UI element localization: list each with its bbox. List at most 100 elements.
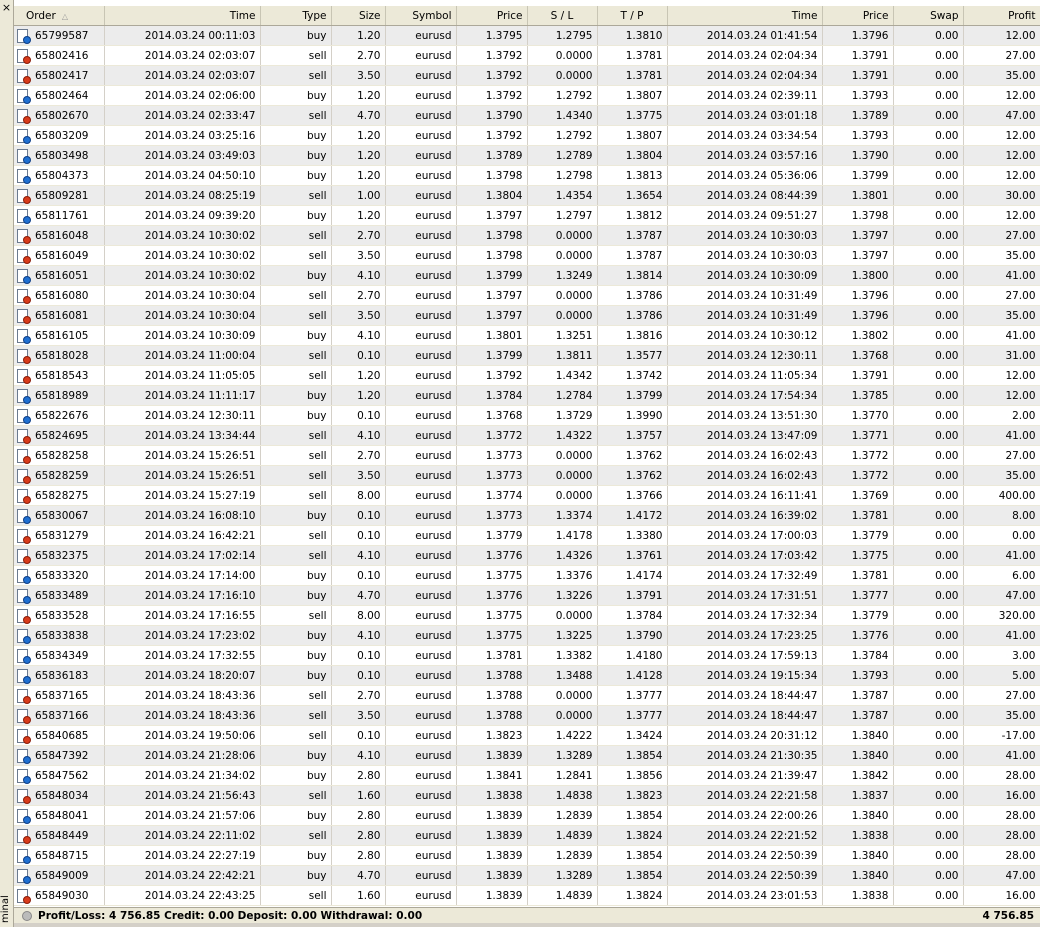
table-row[interactable]: 65848034 2014.03.24 21:56:43 sell 1.60 eurus… [14,785,1040,806]
cell-open-price: 1.3792 [456,365,528,386]
cell-order: 65847562 [14,765,105,786]
table-row[interactable]: 65849030 2014.03.24 22:43:25 sell 1.60 eurus… [14,885,1040,906]
table-row[interactable]: 65816081 2014.03.24 10:30:04 sell 3.50 eurus… [14,305,1040,326]
table-row[interactable]: 65834349 2014.03.24 17:32:55 buy 0.10 eurusd… [14,645,1040,666]
table-row[interactable]: 65837166 2014.03.24 18:43:36 sell 3.50 eurus… [14,705,1040,726]
cell-profit: 35.00 [963,305,1040,326]
table-row[interactable]: 65809281 2014.03.24 08:25:19 sell 1.00 eurus… [14,185,1040,206]
table-row[interactable]: 65816080 2014.03.24 10:30:04 sell 2.70 eurus… [14,285,1040,306]
cell-type: sell [260,485,332,506]
cell-swap: 0.00 [893,825,964,846]
order-number: 65803209 [35,129,89,142]
column-header-size[interactable]: Size [331,6,386,26]
cell-open-time: 2014.03.24 22:43:25 [104,885,261,906]
cell-order: 65816051 [14,265,105,286]
document-buy-icon [16,568,31,584]
table-row[interactable]: 65811761 2014.03.24 09:39:20 buy 1.20 eurusd… [14,205,1040,226]
cell-stop-loss: 1.4838 [527,785,598,806]
table-row[interactable]: 65799587 2014.03.24 00:11:03 buy 1.20 eurusd… [14,25,1040,46]
cell-swap: 0.00 [893,485,964,506]
table-row[interactable]: 65802416 2014.03.24 02:03:07 sell 2.70 eurus… [14,45,1040,66]
table-row[interactable]: 65837165 2014.03.24 18:43:36 sell 2.70 eurus… [14,685,1040,706]
cell-take-profit: 1.3787 [597,225,668,246]
close-icon[interactable]: × [1,2,12,13]
table-row[interactable]: 65848041 2014.03.24 21:57:06 buy 2.80 eurusd… [14,805,1040,826]
cell-profit: 0.00 [963,525,1040,546]
table-row[interactable]: 65836183 2014.03.24 18:20:07 buy 0.10 eurusd… [14,665,1040,686]
cell-open-time: 2014.03.24 11:05:05 [104,365,261,386]
cell-close-time: 2014.03.24 17:32:34 [667,605,823,626]
table-row[interactable]: 65816051 2014.03.24 10:30:02 buy 4.10 eurusd… [14,265,1040,286]
table-row[interactable]: 65832375 2014.03.24 17:02:14 sell 4.10 eurus… [14,545,1040,566]
cell-close-price: 1.3793 [822,665,894,686]
table-row[interactable]: 65848715 2014.03.24 22:27:19 buy 2.80 eurusd… [14,845,1040,866]
cell-open-time: 2014.03.24 02:33:47 [104,105,261,126]
column-header-stop-loss[interactable]: S / L [527,6,598,26]
table-row[interactable]: 65818543 2014.03.24 11:05:05 sell 1.20 eurus… [14,365,1040,386]
cell-order: 65848034 [14,785,105,806]
cell-stop-loss: 1.2795 [527,25,598,46]
table-row[interactable]: 65833838 2014.03.24 17:23:02 buy 4.10 eurusd… [14,625,1040,646]
table-row[interactable]: 65816105 2014.03.24 10:30:09 buy 4.10 eurusd… [14,325,1040,346]
cell-swap: 0.00 [893,285,964,306]
cell-open-time: 2014.03.24 17:32:55 [104,645,261,666]
table-row[interactable]: 65847392 2014.03.24 21:28:06 buy 4.10 eurusd… [14,745,1040,766]
column-header-open-time[interactable]: Time [104,6,261,26]
cell-profit: 12.00 [963,125,1040,146]
table-row[interactable]: 65840685 2014.03.24 19:50:06 sell 0.10 eurus… [14,725,1040,746]
table-row[interactable]: 65833489 2014.03.24 17:16:10 buy 4.70 eurusd… [14,585,1040,606]
column-header-take-profit[interactable]: T / P [597,6,668,26]
table-row[interactable]: 65804373 2014.03.24 04:50:10 buy 1.20 eurusd… [14,165,1040,186]
table-row[interactable]: 65830067 2014.03.24 16:08:10 buy 0.10 eurusd… [14,505,1040,526]
table-row[interactable]: 65828259 2014.03.24 15:26:51 sell 3.50 eurus… [14,465,1040,486]
table-row[interactable]: 65818989 2014.03.24 11:11:17 buy 1.20 eurusd… [14,385,1040,406]
cell-order: 65799587 [14,25,105,46]
document-buy-icon [16,28,31,44]
cell-profit: 47.00 [963,865,1040,886]
order-number: 65822676 [35,409,89,422]
column-header-order[interactable]: Order △ [14,6,105,26]
table-row[interactable]: 65828258 2014.03.24 15:26:51 sell 2.70 eurus… [14,445,1040,466]
column-header-open-price[interactable]: Price [456,6,528,26]
table-row[interactable]: 65833528 2014.03.24 17:16:55 sell 8.00 eurus… [14,605,1040,626]
column-header-close-price[interactable]: Price [822,6,894,26]
table-row[interactable]: 65802670 2014.03.24 02:33:47 sell 4.70 eurus… [14,105,1040,126]
cell-close-price: 1.3840 [822,725,894,746]
column-header-symbol[interactable]: Symbol [385,6,457,26]
table-row[interactable]: 65831279 2014.03.24 16:42:21 sell 0.10 eurus… [14,525,1040,546]
order-number: 65849009 [35,869,89,882]
table-row[interactable]: 65824695 2014.03.24 13:34:44 sell 4.10 eurus… [14,425,1040,446]
table-row[interactable]: 65828275 2014.03.24 15:27:19 sell 8.00 eurus… [14,485,1040,506]
table-row[interactable]: 65803498 2014.03.24 03:49:03 buy 1.20 eurusd… [14,145,1040,166]
cell-close-price: 1.3789 [822,105,894,126]
cell-open-time: 2014.03.24 22:27:19 [104,845,261,866]
column-header-type[interactable]: Type [260,6,332,26]
cell-type: sell [260,65,332,86]
table-row[interactable]: 65833320 2014.03.24 17:14:00 buy 0.10 eurusd… [14,565,1040,586]
table-row[interactable]: 65848449 2014.03.24 22:11:02 sell 2.80 eurus… [14,825,1040,846]
table-row[interactable]: 65822676 2014.03.24 12:30:11 buy 0.10 eurusd… [14,405,1040,426]
table-row[interactable]: 65802464 2014.03.24 02:06:00 buy 1.20 eurusd… [14,85,1040,106]
table-row[interactable]: 65849009 2014.03.24 22:42:21 buy 4.70 eurusd… [14,865,1040,886]
column-header-close-time[interactable]: Time [667,6,823,26]
column-header-swap[interactable]: Swap [893,6,964,26]
cell-size: 0.10 [331,645,386,666]
column-header-profit[interactable]: Profit [963,6,1040,26]
cell-open-time: 2014.03.24 13:34:44 [104,425,261,446]
order-number: 65816105 [35,329,89,342]
table-row[interactable]: 65802417 2014.03.24 02:03:07 sell 3.50 eurus… [14,65,1040,86]
cell-symbol: eurusd [385,845,457,866]
cell-close-time: 2014.03.24 22:21:52 [667,825,823,846]
table-row[interactable]: 65803209 2014.03.24 03:25:16 buy 1.20 eurusd… [14,125,1040,146]
table-row[interactable]: 65847562 2014.03.24 21:34:02 buy 2.80 eurusd… [14,765,1040,786]
cell-stop-loss: 0.0000 [527,245,598,266]
table-row[interactable]: 65818028 2014.03.24 11:00:04 sell 0.10 eurus… [14,345,1040,366]
cell-stop-loss: 1.2792 [527,125,598,146]
table-row[interactable]: 65816049 2014.03.24 10:30:02 sell 3.50 eurus… [14,245,1040,266]
cell-open-time: 2014.03.24 10:30:09 [104,325,261,346]
cell-take-profit: 1.3812 [597,205,668,226]
table-row[interactable]: 65816048 2014.03.24 10:30:02 sell 2.70 eurus… [14,225,1040,246]
cell-close-time: 2014.03.24 03:01:18 [667,105,823,126]
cell-symbol: eurusd [385,725,457,746]
cell-close-time: 2014.03.24 13:51:30 [667,405,823,426]
